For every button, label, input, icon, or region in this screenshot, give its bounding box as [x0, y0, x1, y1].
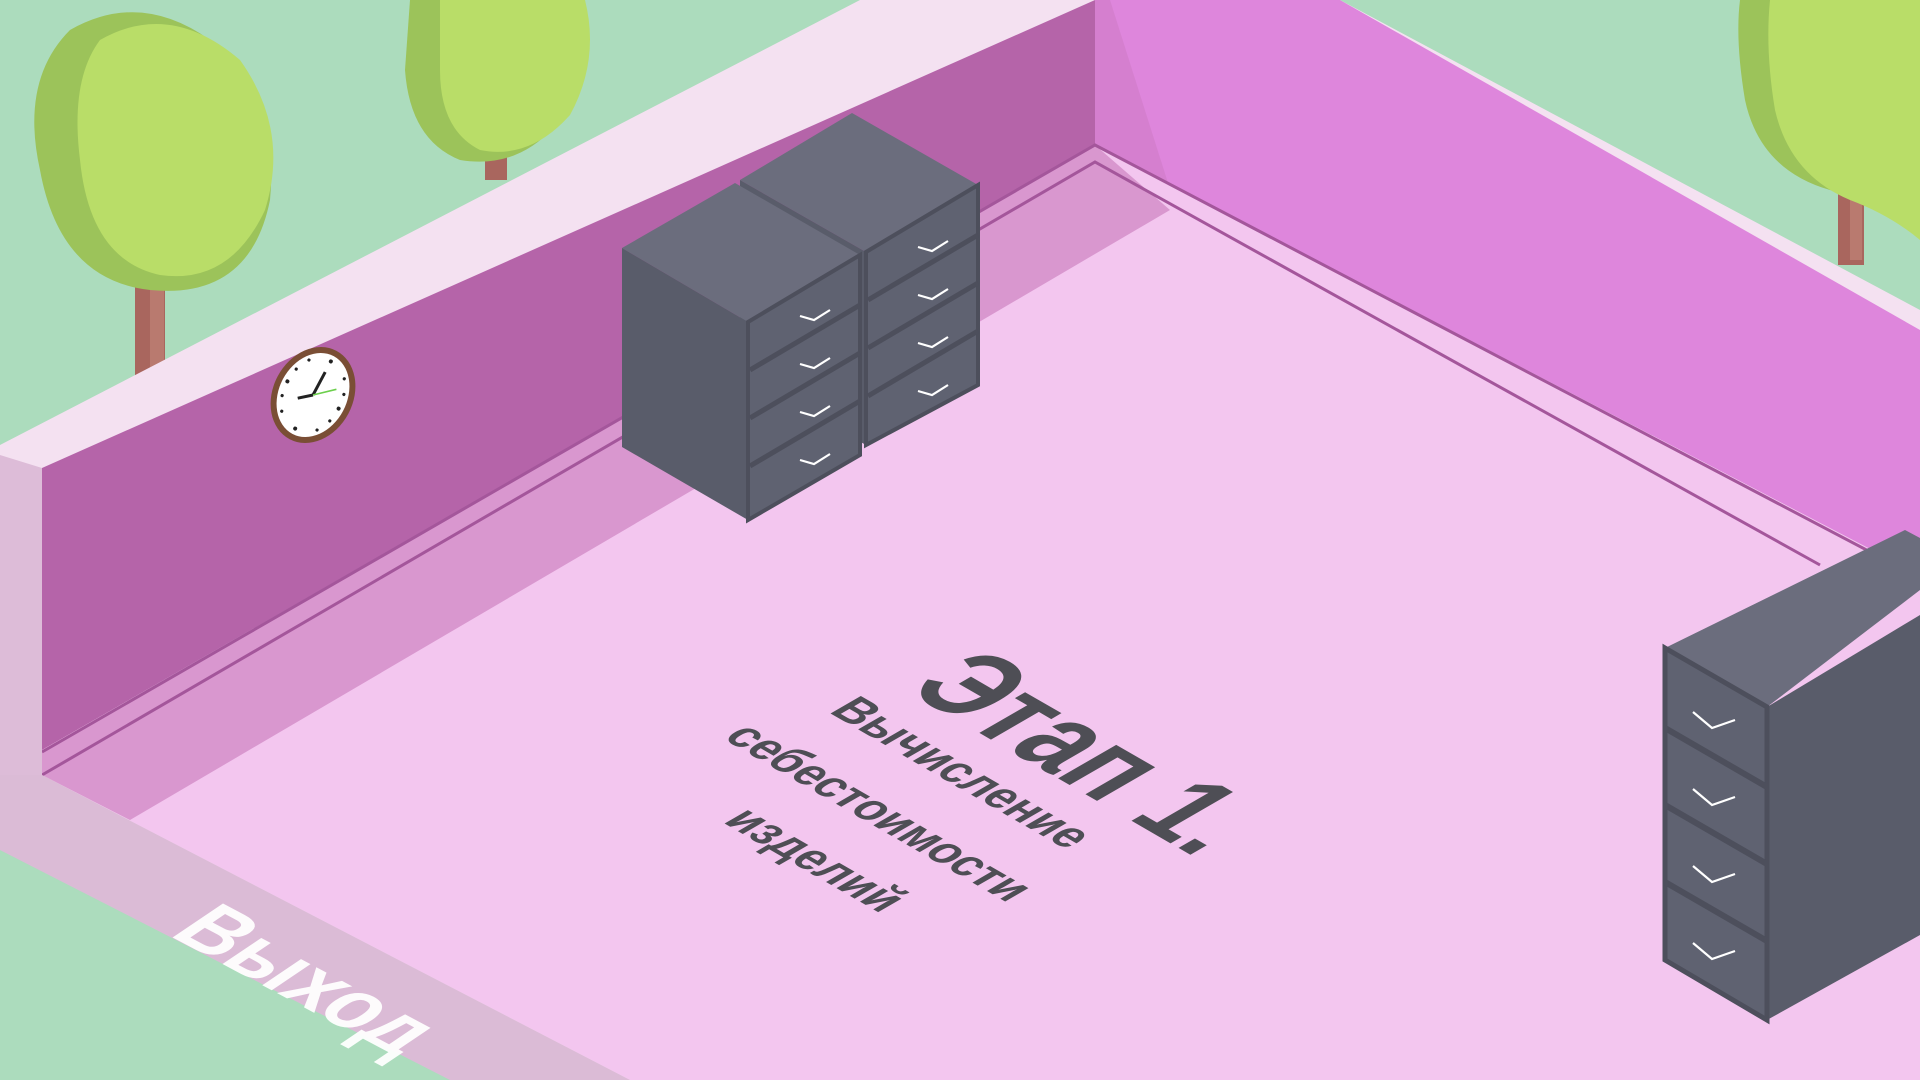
- game-scene: Этап 1. Вычисление себестоимости изделий…: [0, 0, 1920, 1080]
